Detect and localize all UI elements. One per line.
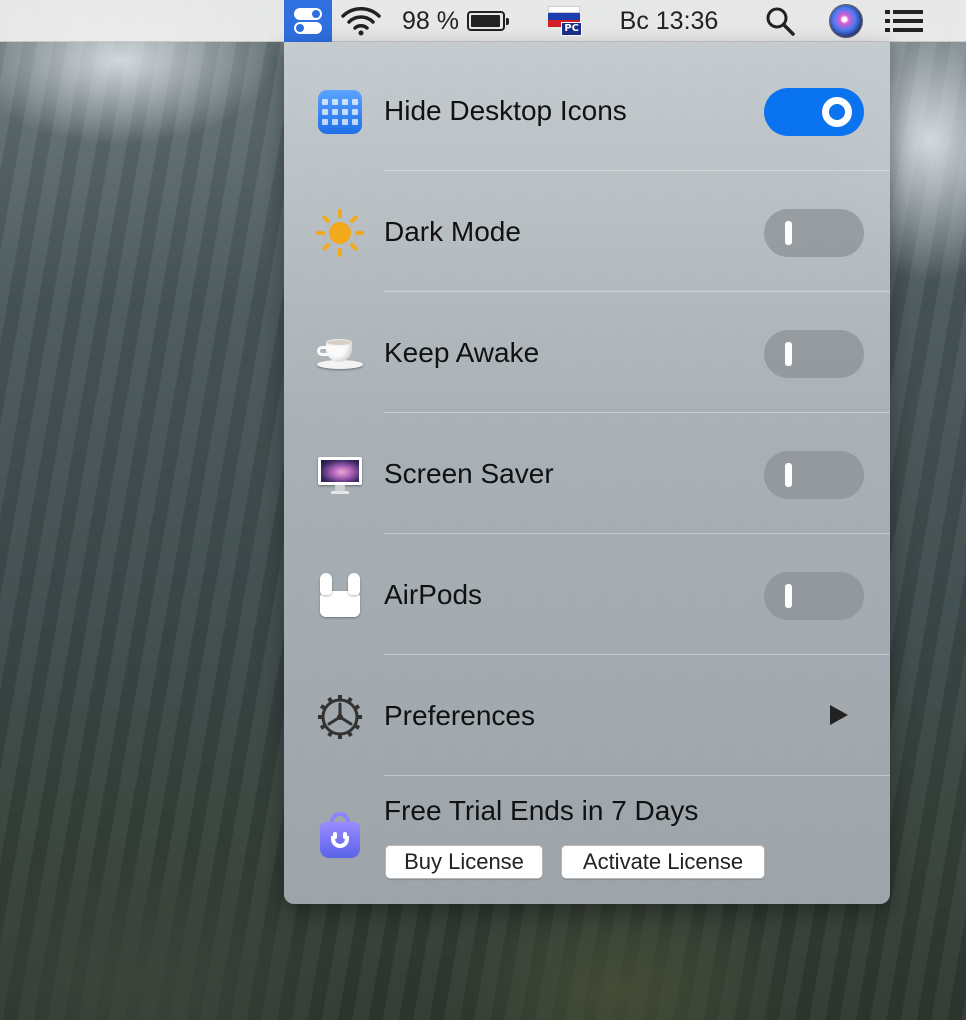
- menu-row-label: Keep Awake: [384, 336, 540, 368]
- keyboard-layout-badge: PC: [561, 22, 582, 36]
- airpods-icon: [318, 573, 362, 619]
- menu-bar: 98 % PC Вс 13:36: [0, 0, 966, 42]
- menu-row-label: AirPods: [384, 578, 483, 610]
- menu-row-keep-awake[interactable]: Keep Awake: [284, 292, 890, 413]
- keep-awake-toggle[interactable]: [764, 330, 864, 378]
- battery-menubar-button[interactable]: 98 %: [402, 0, 524, 42]
- dark-mode-toggle[interactable]: [764, 209, 864, 257]
- menu-row-airpods[interactable]: AirPods: [284, 534, 890, 655]
- siri-menubar-button[interactable]: [826, 0, 866, 42]
- one-switch-dropdown-panel: Hide Desktop Icons Dark Mode Keep Awake …: [284, 42, 890, 904]
- menu-row-preferences[interactable]: Preferences: [284, 655, 890, 776]
- airpods-toggle[interactable]: [764, 572, 864, 620]
- sun-icon: [316, 209, 364, 257]
- search-icon: [766, 7, 795, 36]
- menu-row-hide-desktop-icons[interactable]: Hide Desktop Icons: [284, 50, 890, 171]
- menu-row-dark-mode[interactable]: Dark Mode: [284, 171, 890, 292]
- activate-license-button[interactable]: Activate License: [561, 845, 765, 879]
- one-switch-icon: [294, 6, 322, 36]
- list-icon: [885, 10, 923, 32]
- desktop-grid-icon: [318, 90, 362, 134]
- battery-percentage: 98 %: [402, 6, 459, 35]
- battery-icon: [466, 11, 509, 31]
- gear-icon: [318, 695, 362, 739]
- clock-menubar-button[interactable]: Вс 13:36: [604, 0, 734, 42]
- submenu-arrow-icon: [830, 705, 848, 725]
- menu-row-label: Screen Saver: [384, 457, 554, 489]
- shopping-bag-icon: [318, 812, 362, 860]
- wifi-icon: [341, 7, 381, 36]
- siri-icon: [830, 5, 862, 37]
- menu-row-label: Preferences: [384, 699, 535, 731]
- trial-section: Free Trial Ends in 7 Days Buy License Ac…: [284, 768, 890, 904]
- screen-saver-toggle[interactable]: [764, 451, 864, 499]
- buy-license-button[interactable]: Buy License: [385, 845, 543, 879]
- spotlight-menubar-button[interactable]: [760, 0, 800, 42]
- menu-row-label: Hide Desktop Icons: [384, 94, 627, 126]
- coffee-cup-icon: [317, 334, 363, 374]
- menu-row-screen-saver[interactable]: Screen Saver: [284, 413, 890, 534]
- menubar-clock: Вс 13:36: [619, 6, 719, 35]
- trial-status-text: Free Trial Ends in 7 Days: [384, 795, 699, 826]
- one-switch-menubar-button[interactable]: [284, 0, 332, 42]
- input-source-menubar-button[interactable]: PC: [544, 0, 584, 42]
- imac-icon: [318, 455, 362, 495]
- wifi-menubar-button[interactable]: [338, 0, 384, 42]
- menu-row-label: Dark Mode: [384, 215, 521, 247]
- russian-flag-icon: PC: [548, 6, 582, 36]
- notification-center-menubar-button[interactable]: [882, 0, 926, 42]
- hide-desktop-icons-toggle[interactable]: [764, 88, 864, 136]
